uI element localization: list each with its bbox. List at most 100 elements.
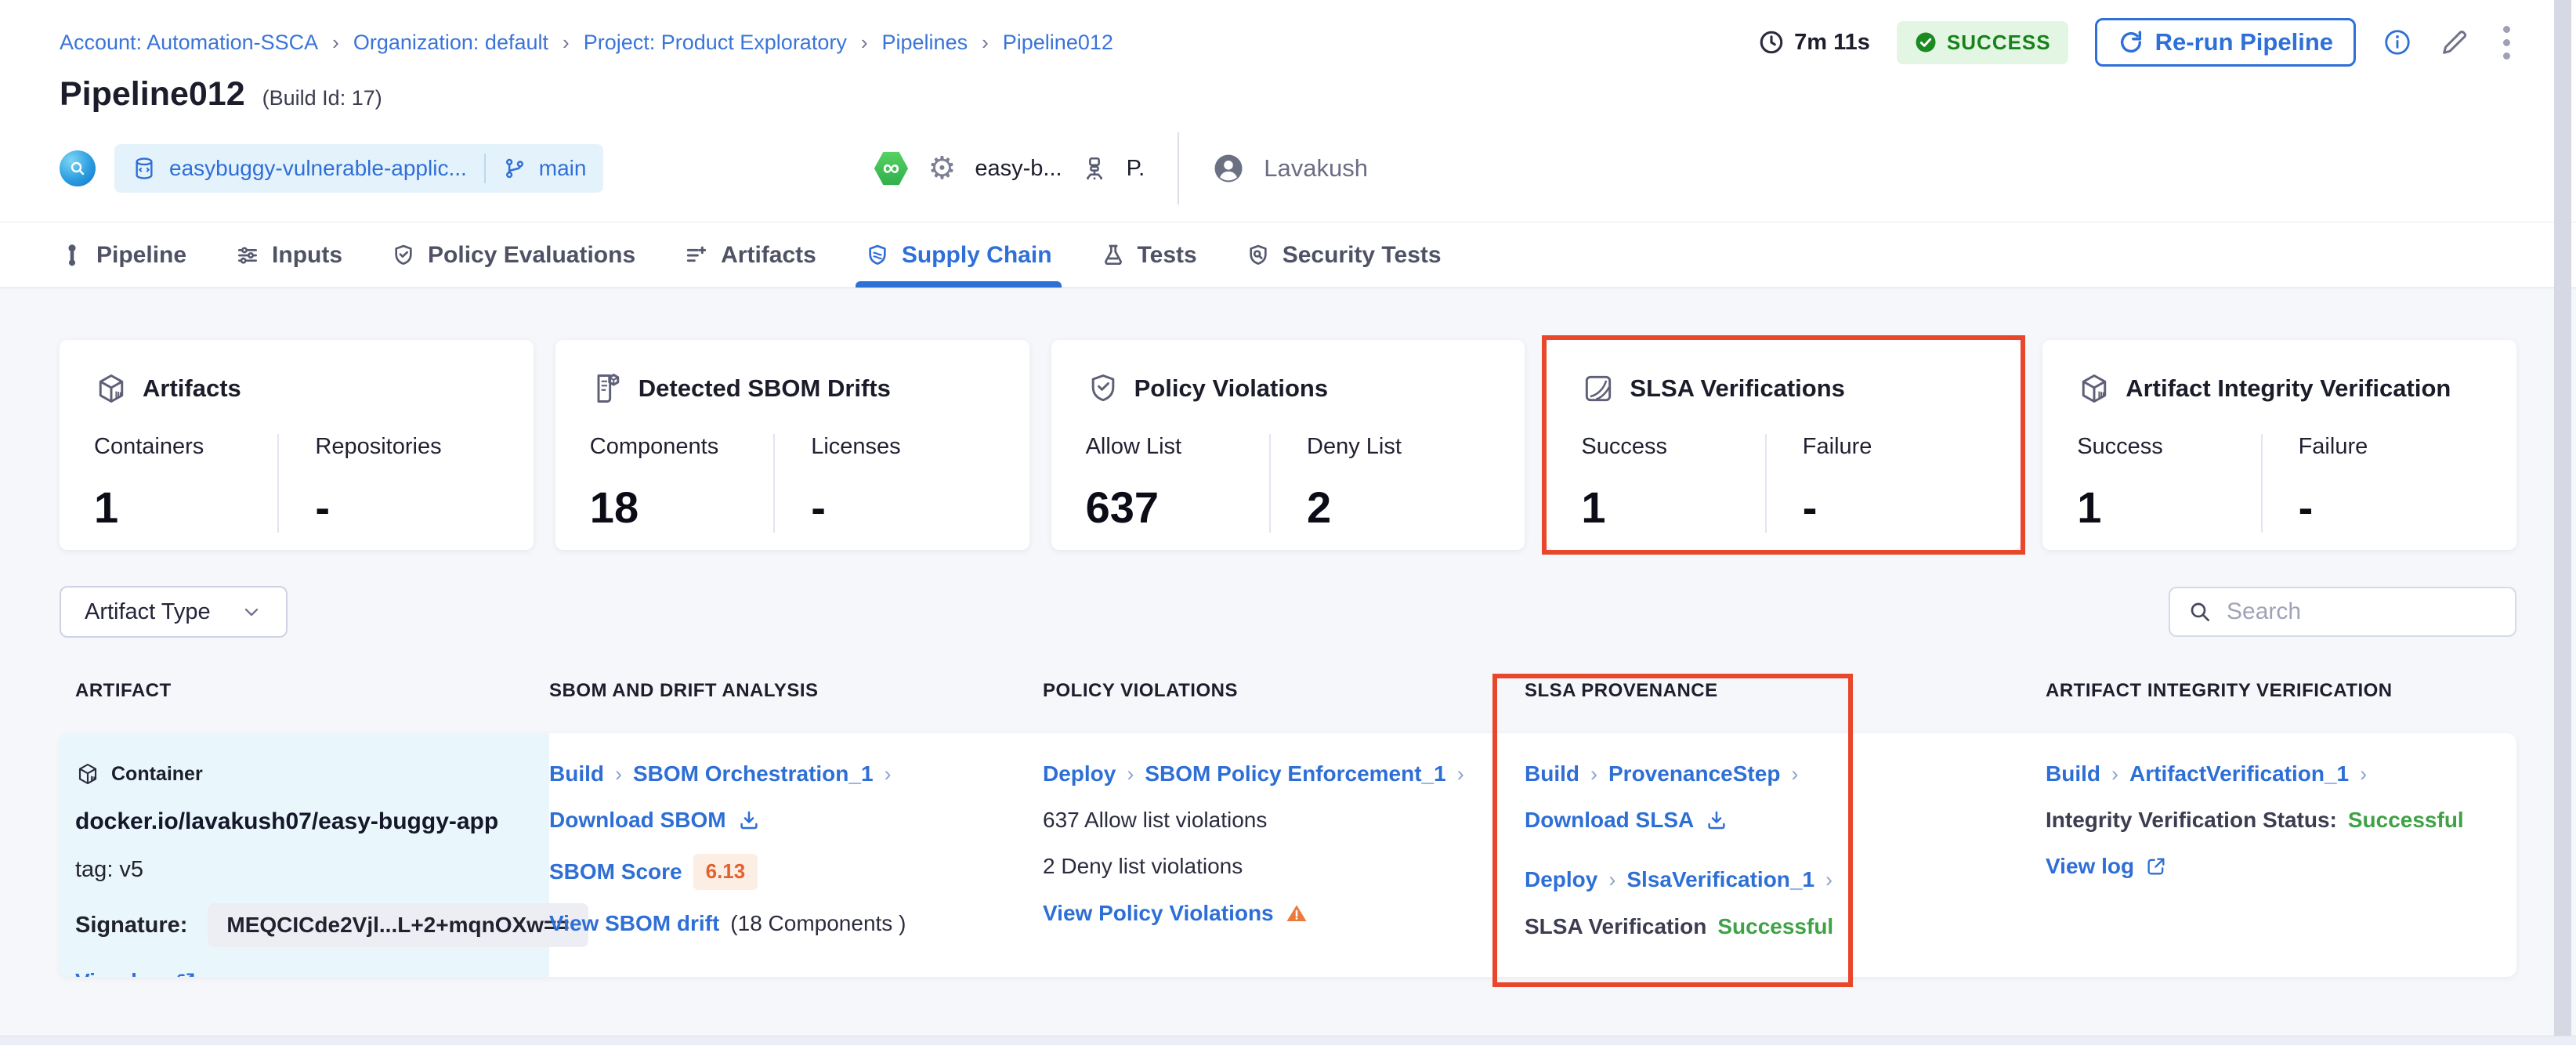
stage-link[interactable]: Deploy (1043, 761, 1116, 786)
tab-security-tests[interactable]: Security Tests (1246, 222, 1442, 287)
card-slsa-verifications: SLSA Verifications Success 1 Failure - (1542, 335, 2025, 555)
more-options-button[interactable] (2497, 23, 2516, 63)
stat-label: Success (1581, 434, 1667, 459)
stat-label: Allow List (1085, 434, 1182, 459)
download-icon (1708, 812, 1725, 830)
tab-bar: Pipeline Inputs Policy Evaluations Artif… (0, 222, 2576, 288)
integrity-status-label: Integrity Verification Status: (2046, 808, 2337, 833)
slsa-icon (1586, 375, 1612, 402)
page-header: Account: Automation-SSCA Organization: d… (0, 0, 2576, 288)
stage-link[interactable]: Build (549, 761, 604, 786)
signature-label: Signature: (75, 912, 188, 938)
tab-supply-chain[interactable]: Supply Chain (855, 222, 1062, 287)
branch-name: main (538, 156, 587, 180)
breadcrumb-separator (563, 31, 570, 55)
list-plus-icon (687, 246, 707, 262)
col-header-policy: POLICY VIOLATIONS (1043, 680, 1238, 701)
breadcrumb-project[interactable]: Project: Product Exploratory (584, 31, 847, 55)
footer-strip (0, 1036, 2576, 1045)
integrity-status-value: Successful (2347, 808, 2464, 833)
stat-value: 2 (1307, 483, 1332, 532)
stat-deny-list: Deny List 2 (1269, 434, 1490, 533)
info-icon (2385, 30, 2410, 55)
stage-link[interactable]: Build (2046, 761, 2100, 786)
download-slsa-link[interactable]: Download SLSA (1525, 808, 1694, 833)
chevron-separator (1608, 868, 1615, 892)
view-policy-violations-link[interactable]: View Policy Violations (1043, 901, 1274, 926)
page-title: Pipeline012 (60, 75, 245, 113)
step-link[interactable]: SBOM Orchestration_1 (633, 761, 874, 786)
stat-value: - (315, 483, 331, 532)
view-log-link[interactable]: View log (2046, 854, 2134, 879)
stat-label: Repositories (315, 434, 442, 459)
signature-value[interactable]: MEQCICde2Vjl...L+2+mqnOXw== (208, 903, 588, 947)
shield-check-icon (395, 244, 412, 265)
search-input[interactable] (2227, 598, 2498, 625)
stat-slsa-failure: Failure - (1764, 434, 1986, 533)
repo-branch-pill[interactable]: easybuggy-vulnerable-applic... main (114, 144, 604, 193)
clock-icon (1760, 31, 1783, 54)
artifact-type-dropdown[interactable]: Artifact Type (60, 586, 288, 638)
supply-chain-content: Artifacts Containers 1 Repositories - De… (0, 335, 2576, 987)
duration-text: 7m 11s (1794, 29, 1870, 55)
download-sbom-link[interactable]: Download SBOM (549, 808, 726, 833)
step-link[interactable]: SlsaVerification_1 (1626, 867, 1814, 892)
tab-artifacts[interactable]: Artifacts (684, 222, 816, 287)
artifact-name: docker.io/lavakush07/easy-buggy-app (75, 808, 499, 834)
chevron-separator (2111, 762, 2118, 786)
check-circle-icon (1916, 32, 1936, 52)
breadcrumb-organization[interactable]: Organization: default (353, 31, 548, 55)
refresh-icon (2120, 31, 2141, 52)
meta-divider (1178, 132, 1180, 204)
avatar-icon (1214, 154, 1243, 183)
artifact-table: ARTIFACT SBOM AND DRIFT ANALYSIS POLICY … (60, 674, 2516, 987)
breadcrumb-pipeline012[interactable]: Pipeline012 (1003, 31, 1113, 55)
stat-allow-list: Allow List 637 (1086, 434, 1269, 533)
status-text: SUCCESS (1946, 30, 2051, 54)
chevron-down-icon (244, 608, 258, 617)
deny-list-violations: 2 Deny list violations (1043, 854, 1243, 879)
info-button[interactable] (2382, 27, 2412, 57)
shield-search-icon (1250, 244, 1267, 265)
rerun-pipeline-button[interactable]: Re-run Pipeline (2094, 18, 2356, 67)
download-icon (740, 812, 758, 830)
stage-link[interactable]: Build (1525, 761, 1579, 786)
container-icon (78, 763, 97, 785)
breadcrumb-pipelines[interactable]: Pipelines (882, 31, 968, 55)
flask-icon (1104, 244, 1122, 265)
stage-link[interactable]: Deploy (1525, 867, 1597, 892)
vertical-scrollbar[interactable] (2554, 0, 2571, 1045)
tab-label: Tests (1137, 241, 1197, 268)
step-link[interactable]: ProvenanceStep (1608, 761, 1780, 786)
integrity-cube-icon (2082, 374, 2107, 403)
stat-label: Failure (2298, 434, 2368, 459)
warning-icon (1286, 905, 1307, 921)
tab-pipeline[interactable]: Pipeline (60, 222, 186, 287)
chevron-separator (885, 762, 892, 786)
tab-label: Security Tests (1282, 241, 1442, 268)
col-header-integrity: ARTIFACT INTEGRITY VERIFICATION (2046, 680, 2393, 701)
tab-label: Pipeline (96, 241, 187, 268)
step-link[interactable]: SBOM Policy Enforcement_1 (1145, 761, 1445, 786)
view-sbom-drift-link[interactable]: View SBOM drift (549, 911, 719, 936)
tab-tests[interactable]: Tests (1101, 222, 1197, 287)
tab-inputs[interactable]: Inputs (235, 222, 342, 287)
stat-label: Licenses (811, 434, 901, 459)
sbom-score-link[interactable]: SBOM Score (549, 859, 682, 884)
stat-value: 1 (2077, 483, 2102, 532)
stat-value: 18 (589, 483, 639, 532)
step-link[interactable]: ArtifactVerification_1 (2129, 761, 2349, 786)
edit-button[interactable] (2439, 27, 2470, 58)
view-log-link[interactable]: View log (75, 969, 164, 977)
tab-label: Inputs (272, 241, 343, 268)
ci-module-icon (874, 151, 909, 186)
status-badge: SUCCESS (1896, 20, 2068, 64)
stat-licenses: Licenses - (773, 434, 994, 533)
delegate-label: P. (1126, 155, 1145, 181)
slsa-cell: Build ProvenanceStep Download SLSA Deplo… (1525, 733, 2046, 977)
breadcrumb-account[interactable]: Account: Automation-SSCA (60, 31, 318, 55)
tab-policy-evaluations[interactable]: Policy Evaluations (391, 222, 635, 287)
col-header-sbom: SBOM AND DRIFT ANALYSIS (549, 680, 819, 701)
policy-shield-icon (1091, 374, 1114, 402)
breadcrumb-separator (982, 31, 989, 55)
